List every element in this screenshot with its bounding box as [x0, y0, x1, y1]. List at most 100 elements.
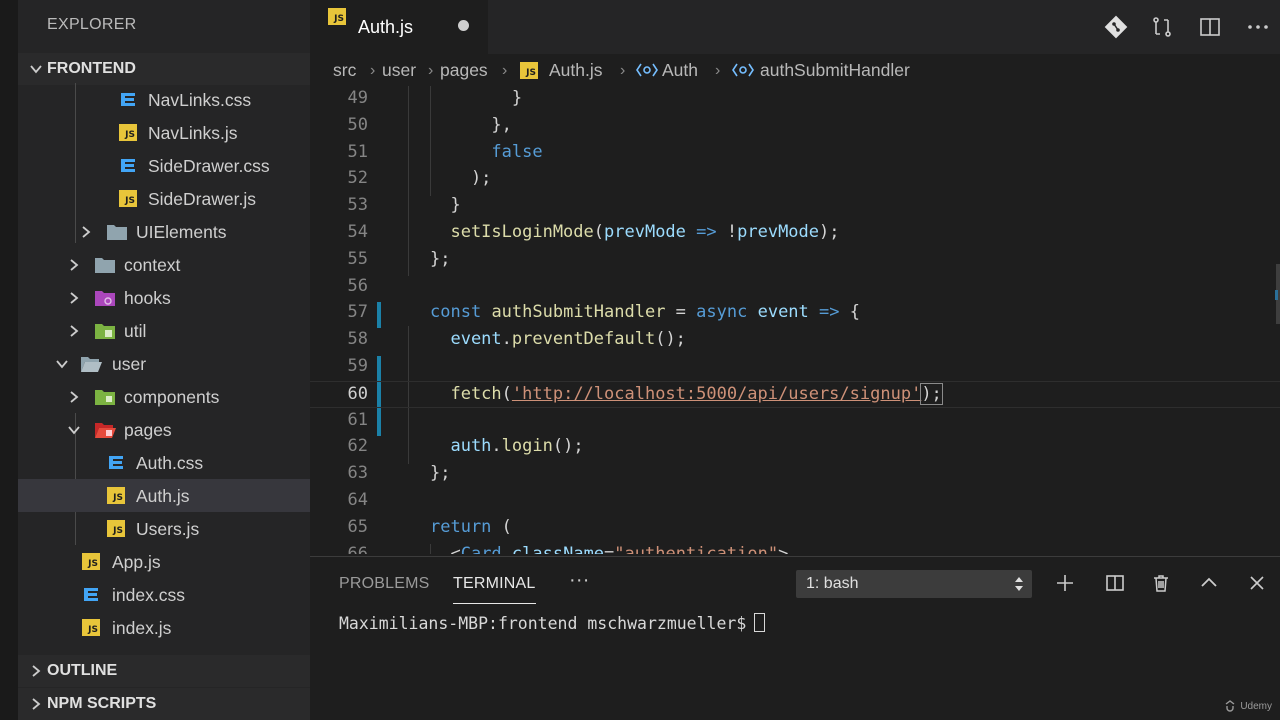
new-terminal-icon[interactable] — [1053, 571, 1077, 595]
chevron-right-icon — [64, 281, 84, 314]
select-caret-icon — [1014, 574, 1024, 594]
file-item-users-js[interactable]: JS Users.js — [18, 512, 310, 545]
folder-item-hooks[interactable]: hooks — [18, 281, 310, 314]
code-line[interactable]: 60 fetch('http://localhost:5000/api/user… — [310, 380, 1280, 408]
maximize-panel-icon[interactable] — [1197, 571, 1221, 595]
code-text: fetch('http://localhost:5000/api/users/s… — [430, 382, 943, 405]
code-token: prevMode — [604, 222, 686, 242]
code-line[interactable]: 53 } — [310, 193, 1280, 220]
folder-item-user[interactable]: user — [18, 347, 310, 380]
js-file-icon: JS — [119, 124, 137, 141]
file-item-auth-css[interactable]: Auth.css — [18, 446, 310, 479]
udemy-logo-icon — [1225, 700, 1235, 712]
unsaved-dot-icon[interactable] — [458, 20, 469, 31]
root-folder-header[interactable]: FRONTEND — [18, 53, 310, 85]
file-item-navlinks-js[interactable]: JS NavLinks.js — [18, 116, 310, 149]
file-item-index-css[interactable]: index.css — [18, 578, 310, 611]
code-token: event — [430, 329, 502, 350]
close-panel-icon[interactable] — [1245, 571, 1269, 595]
file-item-sidedrawer-js[interactable]: JS SideDrawer.js — [18, 182, 310, 215]
terminal-prompt-line[interactable]: Maximilians-MBP:frontend mschwarzmueller… — [339, 613, 766, 633]
line-number: 53 — [347, 195, 368, 216]
chevron-right-icon — [64, 248, 84, 281]
file-name: NavLinks.js — [148, 123, 238, 143]
tab-auth-js[interactable]: JS Auth.js — [310, 0, 488, 54]
code-editor[interactable]: 49 } 50 }, 51 false 52 ); 53 } 54 setIsLoginM… — [310, 86, 1280, 554]
code-line[interactable]: 51 false — [310, 140, 1280, 167]
breadcrumb-item[interactable]: user — [382, 60, 416, 81]
chevron-down-icon — [52, 347, 72, 380]
tab-problems[interactable]: PROBLEMS — [339, 575, 430, 593]
folder-item-components[interactable]: components — [18, 380, 310, 413]
more-tabs-button[interactable]: ··· — [569, 569, 590, 592]
code-text: }; — [430, 463, 450, 483]
symbol-function-icon — [732, 62, 754, 83]
code-line[interactable]: 59 — [310, 354, 1280, 381]
npm-scripts-section-header[interactable]: NPM SCRIPTS — [18, 688, 310, 720]
folder-name: components — [124, 387, 220, 407]
code-line[interactable]: 58 event.preventDefault(); — [310, 327, 1280, 354]
code-token: auth — [430, 436, 492, 457]
file-item-index-js[interactable]: JS index.js — [18, 611, 310, 644]
code-line[interactable]: 65 return ( — [310, 515, 1280, 542]
code-token: Card — [460, 543, 502, 554]
trash-icon[interactable] — [1149, 571, 1173, 595]
code-line[interactable]: 50 }, — [310, 113, 1280, 140]
code-line[interactable]: 62 auth.login(); — [310, 434, 1280, 461]
code-token: => — [819, 302, 840, 323]
tab-terminal[interactable]: TERMINAL — [453, 575, 536, 604]
file-item-navlinks-css[interactable]: NavLinks.css — [18, 83, 310, 116]
code-line[interactable]: 49 } — [310, 86, 1280, 113]
code-token: className — [511, 543, 605, 554]
code-token: ( — [501, 383, 512, 404]
code-line[interactable]: 56 — [310, 274, 1280, 301]
line-number: 56 — [347, 275, 368, 296]
file-name: Auth.css — [136, 453, 204, 473]
code-token: }; — [430, 248, 451, 269]
code-line[interactable]: 61 — [310, 408, 1280, 435]
file-item-app-js[interactable]: JS App.js — [18, 545, 310, 578]
code-line[interactable]: 63}; — [310, 461, 1280, 488]
activity-bar-edge — [0, 0, 18, 720]
split-terminal-icon[interactable] — [1103, 571, 1127, 595]
line-number: 65 — [347, 516, 368, 537]
chevron-right-icon: › — [428, 62, 434, 79]
code-token: > — [778, 543, 789, 554]
breadcrumb-item[interactable]: pages — [440, 60, 488, 81]
folder-item-util[interactable]: util — [18, 314, 310, 347]
code-text: return ( — [430, 517, 512, 537]
breadcrumb-item[interactable]: Auth — [662, 60, 698, 81]
line-number: 54 — [347, 222, 368, 242]
breadcrumb-item[interactable]: Auth.js — [549, 60, 603, 81]
line-number: 63 — [347, 463, 368, 484]
split-editor-icon[interactable] — [1197, 14, 1223, 40]
code-line[interactable]: 55}; — [310, 247, 1280, 274]
file-item-auth-js[interactable]: JS Auth.js — [18, 479, 310, 512]
code-token: ); — [920, 382, 943, 405]
npm-scripts-label: NPM SCRIPTS — [47, 695, 157, 712]
folder-item-uielements[interactable]: UIElements — [18, 215, 310, 248]
more-actions-icon[interactable] — [1245, 14, 1271, 40]
folder-name: hooks — [124, 288, 171, 308]
file-item-sidedrawer-css[interactable]: SideDrawer.css — [18, 149, 310, 182]
folder-item-pages[interactable]: pages — [18, 413, 310, 446]
compare-changes-icon[interactable] — [1149, 14, 1175, 40]
code-line[interactable]: 52 ); — [310, 166, 1280, 193]
code-token: setIsLoginMode — [430, 222, 594, 242]
code-line[interactable]: 54 setIsLoginMode(prevMode => !prevMode)… — [310, 220, 1280, 247]
code-token: const — [430, 302, 482, 323]
code-text: setIsLoginMode(prevMode => !prevMode); — [430, 222, 839, 242]
folder-item-context[interactable]: context — [18, 248, 310, 281]
git-icon[interactable] — [1103, 14, 1129, 40]
breadcrumb-item[interactable]: authSubmitHandler — [760, 60, 910, 81]
code-line[interactable]: 57 const authSubmitHandler = async event … — [310, 300, 1280, 327]
outline-section-header[interactable]: OUTLINE — [18, 655, 310, 687]
code-line[interactable]: 64 — [310, 488, 1280, 515]
code-line[interactable]: 66 <Card className="authentication"> — [310, 542, 1280, 554]
terminal-shell-select[interactable]: 1: bash — [796, 570, 1032, 598]
line-number: 50 — [347, 114, 368, 135]
breadcrumb-item[interactable]: src — [333, 60, 356, 81]
